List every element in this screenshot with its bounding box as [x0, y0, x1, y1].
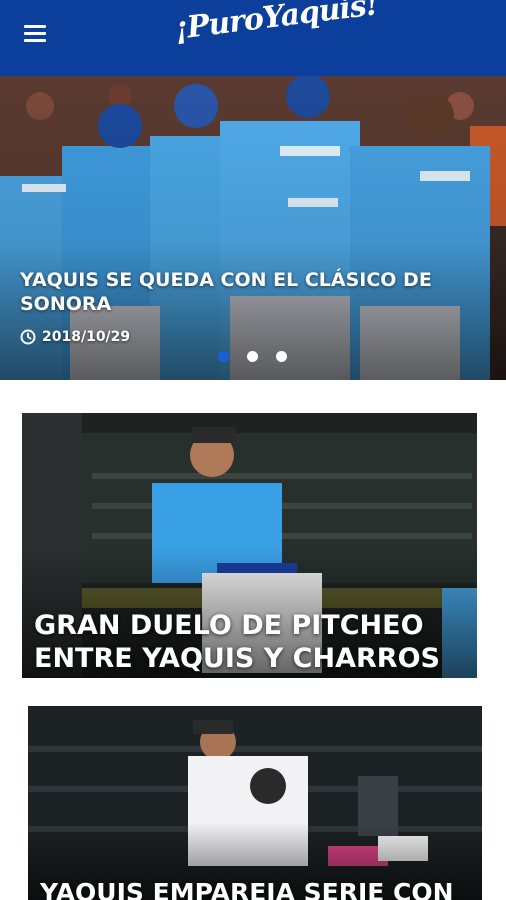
- logo-text: ¡PuroYaquis!: [172, 0, 380, 47]
- article-title[interactable]: YAQUIS EMPAREJA SERIE CON: [40, 878, 480, 900]
- hero-date: 2018/10/29: [20, 327, 130, 347]
- slider-dot-2[interactable]: [247, 351, 258, 362]
- slider-pagination: [218, 351, 287, 363]
- hero-date-text: 2018/10/29: [42, 329, 131, 345]
- article-card[interactable]: GRAN DUELO DE PITCHEO ENTRE YAQUIS Y CHA…: [22, 413, 477, 678]
- article-title[interactable]: GRAN DUELO DE PITCHEO ENTRE YAQUIS Y CHA…: [34, 609, 464, 675]
- clock-icon: [20, 329, 36, 345]
- slider-dot-1[interactable]: [218, 351, 229, 362]
- hero-headline[interactable]: YAQUIS SE QUEDA CON EL CLÁSICO DE SONORA: [20, 268, 440, 316]
- hamburger-menu-icon[interactable]: [24, 25, 46, 43]
- slider-dot-3[interactable]: [276, 351, 287, 362]
- hero-slider[interactable]: YAQUIS SE QUEDA CON EL CLÁSICO DE SONORA…: [0, 76, 506, 380]
- article-photo: [28, 706, 482, 900]
- app-logo[interactable]: ¡PuroYaquis!: [172, 0, 380, 68]
- app-header: ¡PuroYaquis!: [0, 0, 506, 76]
- article-card[interactable]: YAQUIS EMPAREJA SERIE CON: [28, 706, 482, 900]
